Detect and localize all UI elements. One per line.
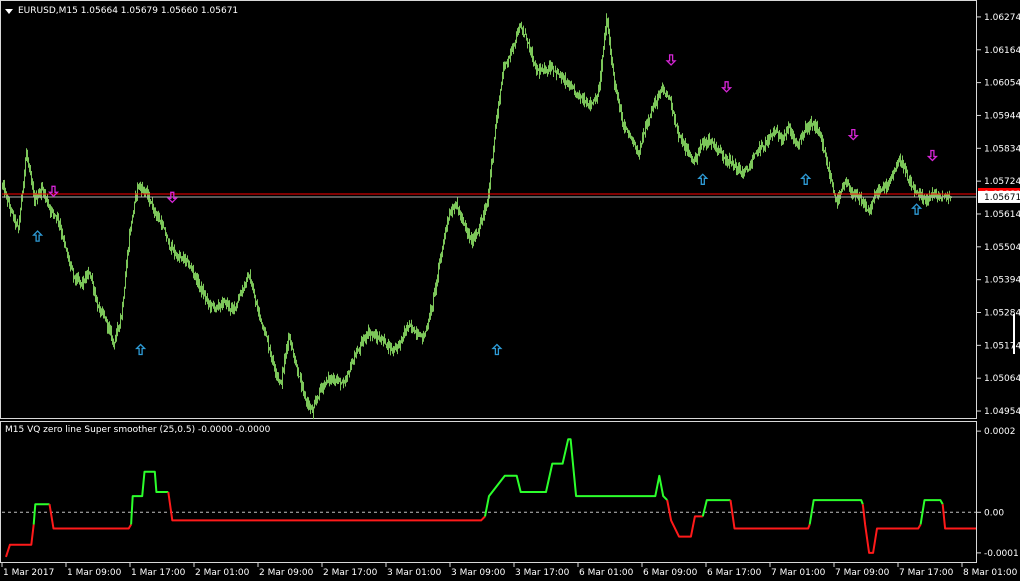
oscillator-falling-segment: [167, 491, 486, 522]
price-axis-label: 1.05944: [984, 111, 1020, 121]
price-axis-label: 1.05724: [984, 177, 1020, 187]
buy-signal-arrow-up-icon: [800, 173, 812, 185]
scroll-position-marker: [1013, 314, 1015, 354]
time-axis-label: 6 Mar 01:00: [579, 568, 634, 578]
sell-signal-arrow-down-icon: [665, 54, 677, 66]
oscillator-falling-segment: [5, 524, 35, 558]
price-axis-label: 1.06164: [984, 46, 1020, 56]
time-axis-label: 3 Mar 09:00: [451, 568, 506, 578]
price-axis-label: 1.05614: [984, 210, 1020, 220]
oscillator-rising-segment: [130, 470, 169, 525]
time-axis-label: 3 Mar 17:00: [515, 568, 570, 578]
time-axis-label: 8 Mar 01:00: [963, 568, 1018, 578]
time-axis-label: 6 Mar 17:00: [707, 568, 762, 578]
buy-signal-arrow-up-icon: [32, 230, 44, 242]
indicator-axis-label: 0.00: [984, 508, 1004, 518]
time-axis-label: 2 Mar 17:00: [323, 568, 378, 578]
oscillator-falling-segment: [941, 504, 976, 530]
indicator-axis-label: 0.0002: [984, 427, 1016, 437]
oscillator-rising-segment: [32, 503, 50, 525]
sell-signal-arrow-down-icon: [926, 149, 938, 162]
price-axis-label: 1.05834: [984, 144, 1020, 154]
chart-window[interactable]: EURUSD,M15 1.05664 1.05679 1.05660 1.056…: [0, 0, 1020, 581]
buy-signal-arrow-up-icon: [135, 343, 147, 356]
time-axis-label: 7 Mar 17:00: [899, 568, 954, 578]
oscillator-falling-segment: [48, 504, 132, 530]
time-axis-label: 7 Mar 01:00: [771, 568, 826, 578]
price-axis-label: 1.04954: [984, 407, 1020, 417]
time-axis-label: 1 Mar 2017: [3, 568, 54, 578]
chart-canvas[interactable]: 1.06274 1.06164 1.06054 1.05944 1.05834 1.057…: [0, 0, 1020, 581]
buy-signal-arrow-up-icon: [697, 173, 709, 185]
oscillator-rising-segment: [701, 499, 731, 517]
oscillator-falling-segment: [729, 499, 811, 530]
time-axis-label: 3 Mar 01:00: [387, 568, 442, 578]
bid-price-tag-label: 1.05671: [984, 193, 1020, 203]
time-axis-label: 7 Mar 09:00: [835, 568, 890, 578]
oscillator-falling-segment: [861, 504, 922, 554]
price-axis-label: 1.06054: [984, 79, 1020, 89]
indicator-axis-label: -0.0001: [984, 549, 1019, 559]
sell-signal-arrow-down-icon: [47, 185, 60, 198]
oscillator-rising-segment: [484, 438, 668, 517]
oscillator-falling-segment: [666, 499, 703, 538]
time-axis-label: 2 Mar 09:00: [259, 568, 314, 578]
time-axis-label: 2 Mar 01:00: [195, 568, 250, 578]
price-axis-label: 1.05064: [984, 374, 1020, 384]
price-axis-label: 1.06274: [984, 13, 1020, 23]
time-axis-label: 6 Mar 09:00: [643, 568, 698, 578]
price-axis-label: 1.05504: [984, 243, 1020, 253]
sell-signal-arrow-down-icon: [847, 128, 859, 141]
time-axis-label: 1 Mar 17:00: [131, 568, 186, 578]
sell-signal-arrow-down-icon: [721, 81, 733, 93]
buy-signal-arrow-up-icon: [491, 343, 503, 356]
time-axis-label: 1 Mar 09:00: [67, 568, 122, 578]
price-axis-label: 1.05394: [984, 276, 1020, 286]
buy-signal-arrow-up-icon: [911, 203, 923, 215]
